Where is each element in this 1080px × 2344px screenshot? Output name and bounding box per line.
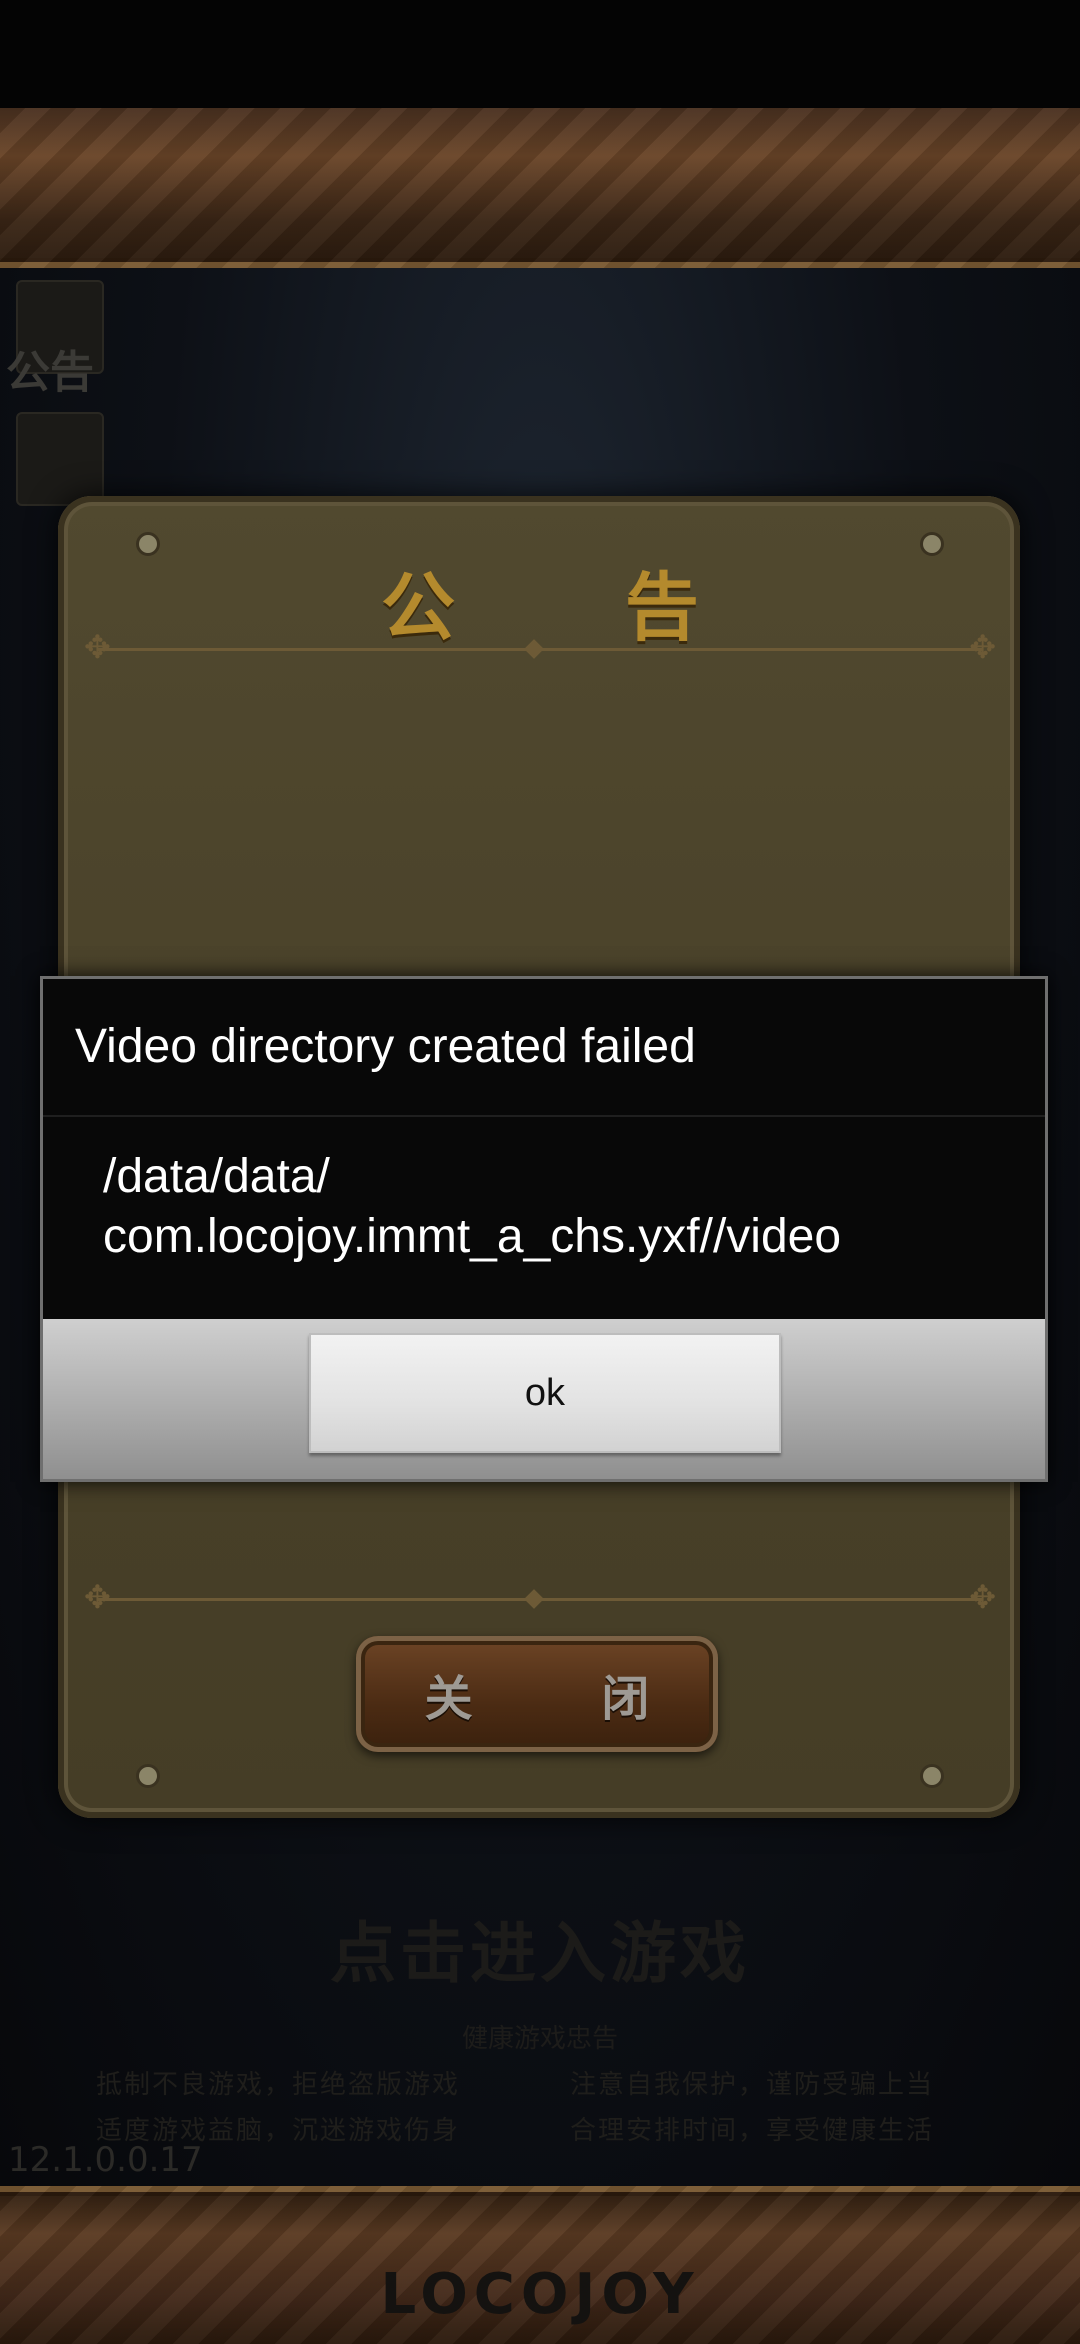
health-advice-title: 健康游戏忠告	[461, 2024, 618, 2054]
health-advice-line: 合理安排时间，享受健康生活	[570, 2116, 935, 2146]
close-announcement-label: 关 闭	[424, 1671, 706, 1727]
version-label: 12.1.0.0.17	[8, 2140, 203, 2180]
error-dialog: Video directory created failed /data/dat…	[40, 976, 1048, 1482]
ok-button[interactable]: ok	[309, 1333, 781, 1453]
top-banner	[0, 108, 1080, 268]
dialog-message-line: /data/data/	[103, 1150, 330, 1203]
dialog-button-bar: ok	[43, 1319, 1045, 1479]
dialog-divider	[43, 1115, 1045, 1117]
enter-game-prompt[interactable]: 点击进入游戏	[0, 1900, 1080, 1996]
health-advice-line: 抵制不良游戏，拒绝盗版游戏	[96, 2070, 461, 2100]
corner-stud-icon	[136, 1764, 160, 1788]
locojoy-logo: LOCOJOY	[380, 2262, 700, 2327]
corner-stud-icon	[920, 1764, 944, 1788]
event-icon[interactable]	[16, 412, 104, 506]
health-advice-line: 注意自我保护，谨防受骗上当	[570, 2070, 935, 2100]
dialog-message-line: com.locojoy.immt_a_chs.yxf//video	[103, 1210, 842, 1263]
notice-icon-label: 公告	[6, 347, 94, 398]
status-bar	[0, 0, 1080, 108]
game-screen: 公告 公 告 关 闭 点击进入游戏 健康游戏忠告 抵制不良游戏，拒绝盗版游戏 注…	[0, 0, 1080, 2344]
dialog-message: /data/data/ com.locojoy.immt_a_chs.yxf//…	[103, 1147, 1003, 1267]
close-announcement-button[interactable]: 关 闭	[356, 1636, 718, 1752]
announcement-title: 公 告	[381, 565, 771, 651]
dialog-title: Video directory created failed	[75, 1020, 696, 1073]
